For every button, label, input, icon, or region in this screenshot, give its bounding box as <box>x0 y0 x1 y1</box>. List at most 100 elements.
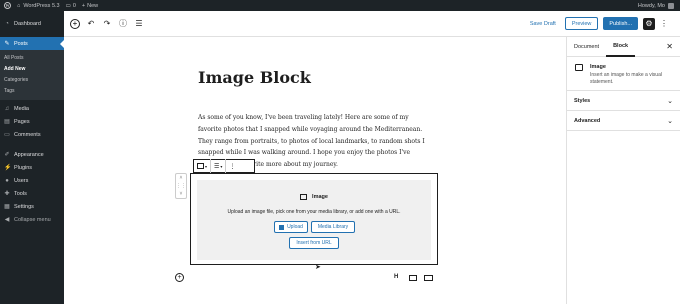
editor-toolbar: + ↶ ↷ ⓘ ☰ Save Draft Preview Publish... … <box>64 11 680 37</box>
block-mover[interactable]: ˄ ⋮⋮ ˅ <box>175 173 187 199</box>
editor-canvas: Image Block As some of you know, I've be… <box>64 37 566 304</box>
save-draft-button[interactable]: Save Draft <box>530 21 556 27</box>
post-title[interactable]: Image Block <box>198 68 311 87</box>
quick-insert-heading-button[interactable]: H <box>394 274 398 280</box>
preview-button[interactable]: Preview <box>564 17 599 30</box>
sidebar-item-label: Plugins <box>14 164 33 171</box>
chevron-down-icon: ⌄ <box>667 97 673 105</box>
chevron-down-icon: ⌄ <box>667 117 673 125</box>
comments-count: 0 <box>72 2 76 9</box>
new-content-link[interactable]: + New <box>82 3 98 9</box>
paragraph-line: As some of you know, I've been traveling… <box>198 114 409 121</box>
block-card-title: Image <box>590 64 606 70</box>
block-more-options-button[interactable]: ⋮ <box>226 159 238 173</box>
tab-document[interactable]: Document <box>567 37 606 57</box>
tab-block[interactable]: Block <box>606 37 636 57</box>
styles-panel-toggle[interactable]: Styles ⌄ <box>567 91 680 111</box>
media-icon: ♫ <box>4 105 10 112</box>
comments-link[interactable]: ▭ 0 <box>66 3 76 9</box>
redo-button[interactable]: ↷ <box>102 19 112 29</box>
sidebar-item-posts[interactable]: ✎ Posts <box>0 37 64 50</box>
block-navigation-button[interactable]: ☰ <box>134 19 144 29</box>
sidebar-collapse-menu[interactable]: ◀ Collapse menu <box>0 213 64 226</box>
site-name-label: WordPress 5.3 <box>23 2 60 9</box>
add-block-inserter-button[interactable]: + <box>175 273 184 282</box>
plus-icon: + <box>81 2 86 9</box>
settings-toggle-button[interactable]: ⚙ <box>643 17 655 30</box>
sidebar-item-label: Tools <box>14 190 27 197</box>
undo-button[interactable]: ↶ <box>86 19 96 29</box>
user-icon: ● <box>5 177 9 184</box>
quick-insert-video-button[interactable] <box>424 275 433 281</box>
avatar <box>668 2 674 9</box>
close-panel-button[interactable]: ✕ <box>666 42 673 51</box>
placeholder-instructions: Upload an image file, pick one from your… <box>227 209 401 215</box>
submenu-all-posts[interactable]: All Posts <box>4 55 23 61</box>
comments-icon: ▭ <box>4 131 10 138</box>
content-info-button[interactable]: ⓘ <box>118 19 128 29</box>
submenu-tags[interactable]: Tags <box>4 88 15 94</box>
chevron-down-icon[interactable]: ˅ <box>180 191 183 197</box>
plus-icon: + <box>72 18 78 28</box>
image-icon <box>197 163 204 169</box>
add-block-button[interactable]: + <box>70 18 80 29</box>
gear-icon: ⚙ <box>645 19 653 28</box>
quick-insert-image-button[interactable] <box>409 275 417 281</box>
sidebar-item-label: Appearance <box>14 151 44 158</box>
upload-icon <box>279 224 285 230</box>
image-placeholder: Image Upload an image file, pick one fro… <box>197 180 431 260</box>
sidebar-item-tools[interactable]: ✚ Tools <box>0 187 64 200</box>
image-block[interactable]: Image Upload an image file, pick one fro… <box>190 173 438 265</box>
align-button[interactable]: ☰ ▾ <box>211 159 227 173</box>
drag-handle-icon[interactable]: ⋮⋮ <box>176 183 186 189</box>
insert-from-url-label: Insert from URL <box>296 240 332 246</box>
insert-from-url-button[interactable]: Insert from URL <box>289 237 339 249</box>
advanced-panel-toggle[interactable]: Advanced ⌄ <box>567 111 680 131</box>
align-center-icon: ☰ <box>214 163 220 170</box>
sidebar-item-users[interactable]: ● Users <box>0 174 64 187</box>
greeting-text: Howdy, Mo <box>637 2 665 9</box>
panel-tabs: Document Block ✕ <box>567 37 680 57</box>
submenu-categories[interactable]: Categories <box>4 77 28 83</box>
plus-icon: + <box>177 274 182 281</box>
sidebar-item-pages[interactable]: ▤ Pages <box>0 115 64 128</box>
submenu-add-new[interactable]: Add New <box>4 66 25 72</box>
close-icon: ✕ <box>666 42 673 51</box>
chevron-up-icon[interactable]: ˄ <box>180 175 183 181</box>
media-library-button[interactable]: Media Library <box>311 221 355 233</box>
collapse-icon: ◀ <box>4 216 10 223</box>
account-menu[interactable]: Howdy, Mo <box>637 2 674 9</box>
more-vertical-icon: ⋮ <box>660 19 668 28</box>
sidebar-item-label: Comments <box>14 131 41 138</box>
sidebar-item-label: Media <box>14 105 29 112</box>
mouse-pointer-icon: ➤ <box>315 264 321 271</box>
media-library-label: Media Library <box>317 224 349 230</box>
sidebar-item-dashboard[interactable]: ◔ Dashboard <box>0 17 64 30</box>
paragraph-line: favorite photos that I snapped while voy… <box>198 125 423 133</box>
brush-icon: ✐ <box>4 151 10 158</box>
site-name-link[interactable]: ⌂ WordPress 5.3 <box>17 3 60 9</box>
info-icon: ⓘ <box>119 19 127 28</box>
sidebar-item-plugins[interactable]: ⚡ Plugins <box>0 161 64 174</box>
redo-icon: ↷ <box>103 19 111 28</box>
upload-button[interactable]: Upload <box>274 221 308 233</box>
more-options-button[interactable]: ⋮ <box>660 19 668 28</box>
list-icon: ☰ <box>135 19 143 28</box>
publish-button[interactable]: Publish... <box>603 17 638 30</box>
wrench-icon: ✚ <box>4 190 10 197</box>
block-card-description: Insert an image to make a visual stateme… <box>590 72 662 85</box>
dashboard-icon: ◔ <box>5 20 9 27</box>
sidebar-item-settings[interactable]: ▦ Settings <box>0 200 64 213</box>
paragraph-line: They range from portraits, to photos of … <box>198 137 425 145</box>
comment-bubble-icon: ▭ <box>65 2 71 9</box>
plug-icon: ⚡ <box>4 164 12 171</box>
wordpress-logo-icon[interactable]: W <box>4 2 11 9</box>
block-switcher-button[interactable]: ▾ <box>194 159 212 173</box>
sidebar-item-appearance[interactable]: ✐ Appearance <box>0 148 64 161</box>
more-vertical-icon: ⋮ <box>229 163 236 170</box>
sidebar-item-label: Users <box>14 177 29 184</box>
sidebar-item-comments[interactable]: ▭ Comments <box>0 128 64 141</box>
sidebar-item-label: Posts <box>14 40 28 47</box>
upload-label: Upload <box>287 224 303 230</box>
sidebar-item-media[interactable]: ♫ Media <box>0 102 64 115</box>
